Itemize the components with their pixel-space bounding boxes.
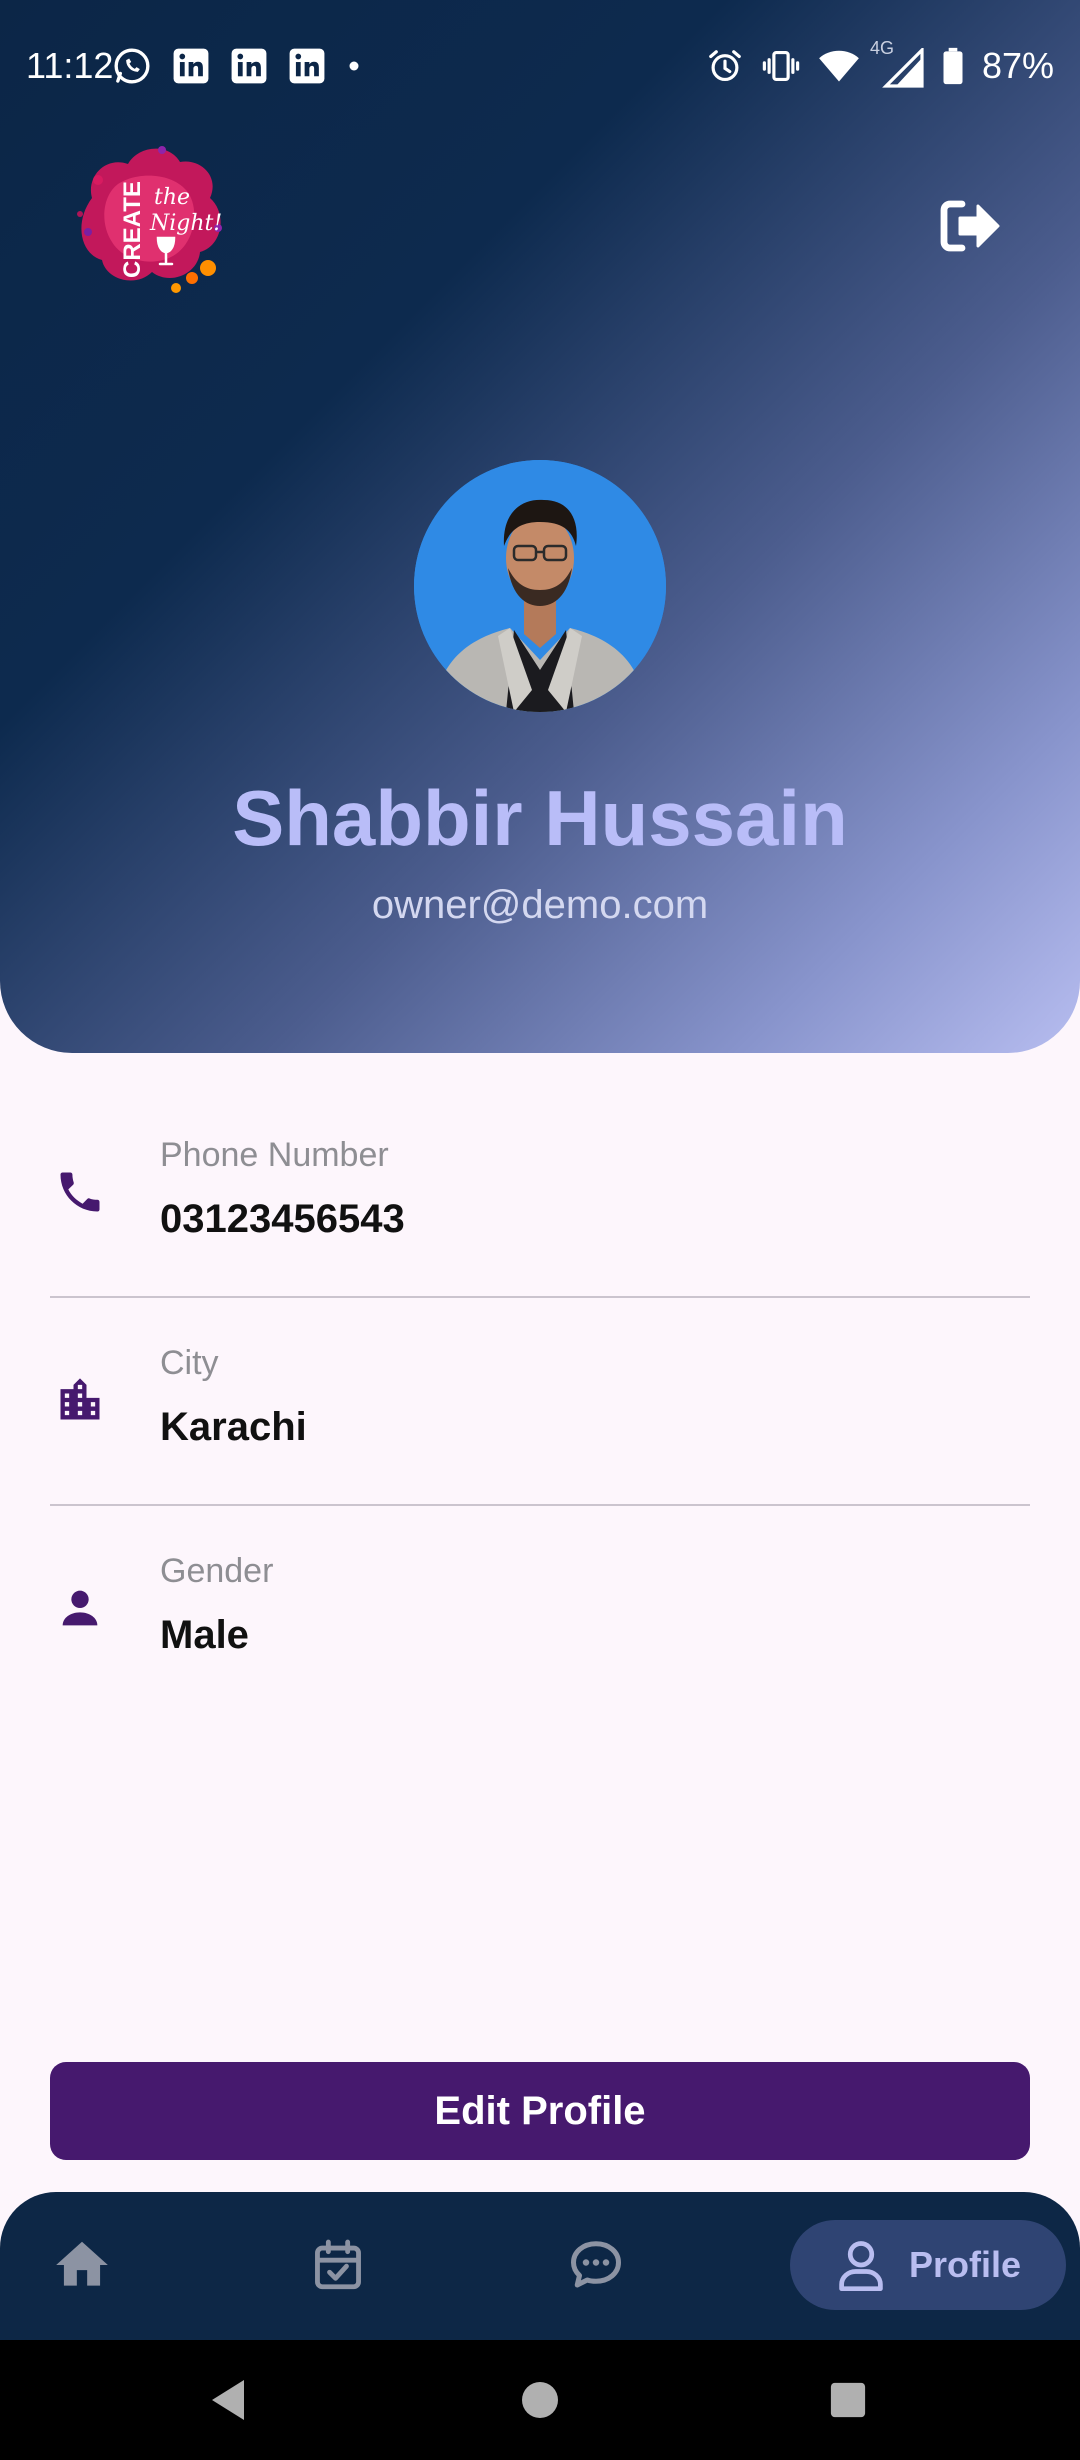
city-value: Karachi: [160, 1405, 307, 1449]
home-icon: [56, 2241, 108, 2286]
phone-row: Phone Number 03123456543: [50, 1090, 1030, 1298]
home-circle-icon: [522, 2382, 558, 2418]
nav-home[interactable]: [40, 2220, 124, 2310]
logo-text-create: CREATE: [119, 181, 146, 278]
city-row: City Karachi: [50, 1298, 1030, 1506]
gender-row: Gender Male: [50, 1506, 1030, 1714]
phone-label: Phone Number: [160, 1136, 389, 1174]
nav-chat[interactable]: [554, 2220, 638, 2310]
building-icon: [50, 1370, 110, 1430]
system-home-button[interactable]: [516, 2376, 564, 2424]
user-icon: [839, 2241, 883, 2292]
back-triangle-icon: [212, 2380, 244, 2420]
gender-label: Gender: [160, 1552, 274, 1590]
notification-icons: [112, 44, 362, 88]
nav-profile[interactable]: Profile: [790, 2220, 1066, 2310]
chat-icon: [571, 2241, 621, 2288]
system-back-button[interactable]: [204, 2376, 252, 2424]
status-time: 11:12: [26, 45, 114, 86]
linkedin-icon: [173, 48, 209, 84]
linkedin-icon: [231, 48, 267, 84]
signal-icon: 4G: [870, 38, 924, 88]
profile-info-list: Phone Number 03123456543 City Karachi Ge…: [50, 1090, 1030, 1714]
logo-text-night: Night!: [149, 211, 222, 236]
system-status-icons: 4G 87%: [706, 38, 1054, 88]
edit-profile-button[interactable]: Edit Profile: [50, 2062, 1030, 2160]
logout-button[interactable]: [930, 186, 1010, 266]
alarm-icon: [709, 50, 741, 82]
phone-value: 03123456543: [160, 1197, 405, 1241]
profile-header: 11:12 4G 87% CREATE the Night! Shabbir H…: [0, 0, 1080, 1053]
logout-icon: [940, 200, 1000, 252]
system-navigation-bar: [0, 2340, 1080, 2460]
whatsapp-icon: [114, 48, 150, 84]
create-the-night-logo: CREATE the Night!: [58, 128, 238, 308]
person-icon: [50, 1578, 110, 1638]
battery-icon: [943, 47, 963, 85]
linkedin-icon: [289, 48, 325, 84]
gender-value: Male: [160, 1613, 249, 1657]
wifi-icon: [819, 50, 859, 82]
nav-profile-label: Profile: [908, 2244, 1022, 2285]
vibrate-icon: [762, 50, 800, 82]
bottom-navigation: Profile: [0, 2192, 1080, 2340]
profile-name: Shabbir Hussain: [232, 774, 848, 862]
city-label: City: [160, 1344, 219, 1382]
logo-text-the: the: [154, 185, 190, 210]
recents-square-icon: [830, 2382, 866, 2418]
status-bar: 11:12 4G 87%: [0, 0, 1080, 132]
battery-percent: 87%: [981, 45, 1054, 86]
nav-events[interactable]: [296, 2220, 380, 2310]
dot-icon: [349, 61, 359, 71]
phone-icon: [50, 1162, 110, 1222]
profile-email: owner@demo.com: [371, 883, 709, 927]
system-recents-button[interactable]: [824, 2376, 872, 2424]
avatar: [414, 460, 666, 712]
calendar-check-icon: [315, 2239, 361, 2290]
